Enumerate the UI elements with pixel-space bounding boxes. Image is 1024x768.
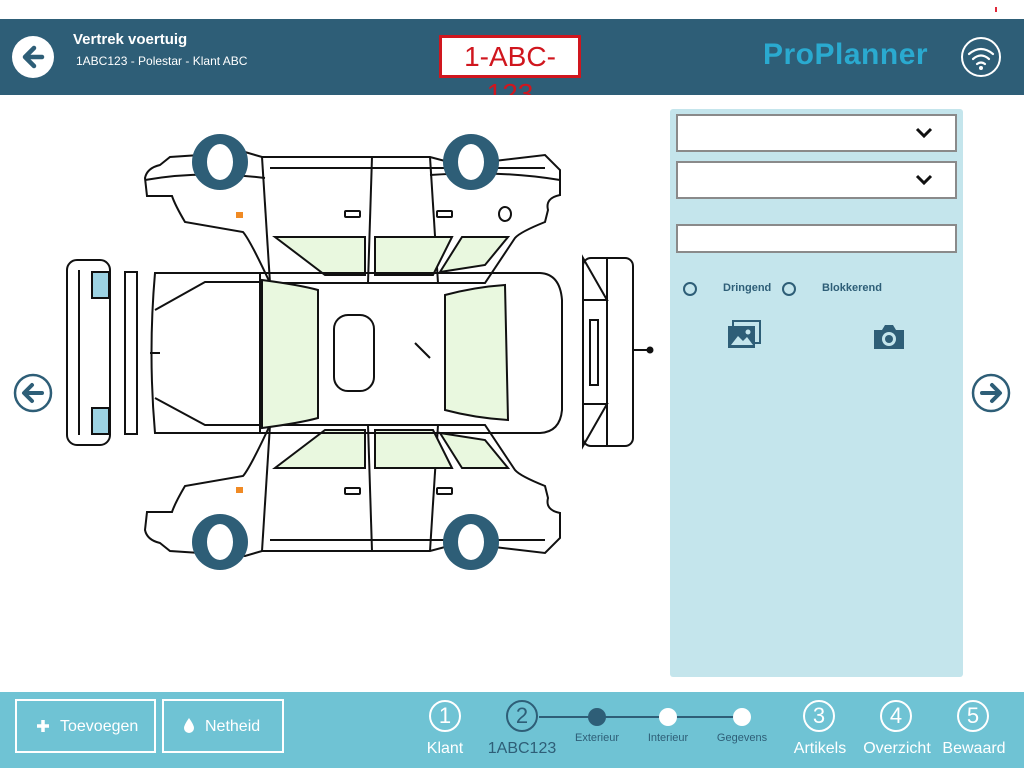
step-1-circle[interactable]: 1 bbox=[429, 700, 461, 732]
previous-arrow-icon[interactable] bbox=[13, 373, 53, 413]
status-bar bbox=[0, 0, 1024, 19]
radio-dringend[interactable] bbox=[683, 282, 697, 296]
substep-gegevens-dot[interactable] bbox=[733, 708, 751, 726]
wifi-logo-icon bbox=[961, 37, 1001, 77]
gallery-icon[interactable] bbox=[727, 320, 761, 350]
step-2-label[interactable]: 1ABC123 bbox=[480, 740, 564, 758]
plus-icon bbox=[37, 720, 49, 732]
arrow-left-icon bbox=[22, 45, 45, 69]
bottom-toolbar: Toevoegen Netheid 1 Klant 2 1ABC123 Exte… bbox=[0, 692, 1024, 768]
chevron-down-icon bbox=[915, 127, 933, 139]
main-area: Dringend Blokkerend bbox=[0, 95, 1024, 692]
step-3-circle[interactable]: 3 bbox=[803, 700, 835, 732]
license-plate: 1-ABC-123 bbox=[439, 35, 581, 109]
header-bar: Vertrek voertuig 1ABC123 - Polestar - Kl… bbox=[0, 19, 1024, 109]
step-1-label[interactable]: Klant bbox=[413, 740, 477, 758]
step-4-circle[interactable]: 4 bbox=[880, 700, 912, 732]
radio-dringend-label: Dringend bbox=[723, 282, 772, 294]
clean-button-label: Netheid bbox=[205, 718, 261, 735]
damage-location-select[interactable] bbox=[676, 161, 957, 199]
substep-gegevens-label: Gegevens bbox=[716, 732, 768, 744]
brand-logo-text: ProPlanner bbox=[763, 38, 929, 71]
substep-exterieur-dot[interactable] bbox=[588, 708, 606, 726]
chevron-down-icon bbox=[915, 174, 933, 186]
substep-connector bbox=[539, 716, 742, 718]
car-rear-view[interactable] bbox=[582, 254, 650, 450]
vehicle-subtitle: 1ABC123 - Polestar - Klant ABC bbox=[76, 54, 248, 68]
substep-interieur-dot[interactable] bbox=[659, 708, 677, 726]
car-diagram[interactable] bbox=[55, 125, 660, 580]
camera-icon[interactable] bbox=[872, 323, 906, 351]
step-5-label[interactable]: Bewaard bbox=[938, 740, 1010, 758]
water-drop-icon bbox=[184, 718, 194, 733]
add-button-label: Toevoegen bbox=[60, 718, 139, 735]
damage-panel: Dringend Blokkerend bbox=[670, 109, 963, 677]
step-5-circle[interactable]: 5 bbox=[957, 700, 989, 732]
clean-button[interactable]: Netheid bbox=[162, 699, 284, 753]
damage-type-select[interactable] bbox=[676, 114, 957, 152]
radio-blokkerend[interactable] bbox=[782, 282, 796, 296]
step-4-label[interactable]: Overzicht bbox=[858, 740, 936, 758]
step-2-circle[interactable]: 2 bbox=[506, 700, 538, 732]
battery-indicator bbox=[995, 7, 997, 12]
next-arrow-icon[interactable] bbox=[971, 373, 1011, 413]
substep-exterieur-label: Exterieur bbox=[574, 732, 620, 744]
add-button[interactable]: Toevoegen bbox=[15, 699, 156, 753]
substep-interieur-label: Interieur bbox=[647, 732, 689, 744]
radio-blokkerend-label: Blokkerend bbox=[822, 282, 882, 294]
step-3-label[interactable]: Artikels bbox=[785, 740, 855, 758]
page-title: Vertrek voertuig bbox=[73, 31, 188, 48]
damage-remark-input[interactable] bbox=[676, 224, 957, 253]
back-button[interactable] bbox=[12, 36, 54, 78]
